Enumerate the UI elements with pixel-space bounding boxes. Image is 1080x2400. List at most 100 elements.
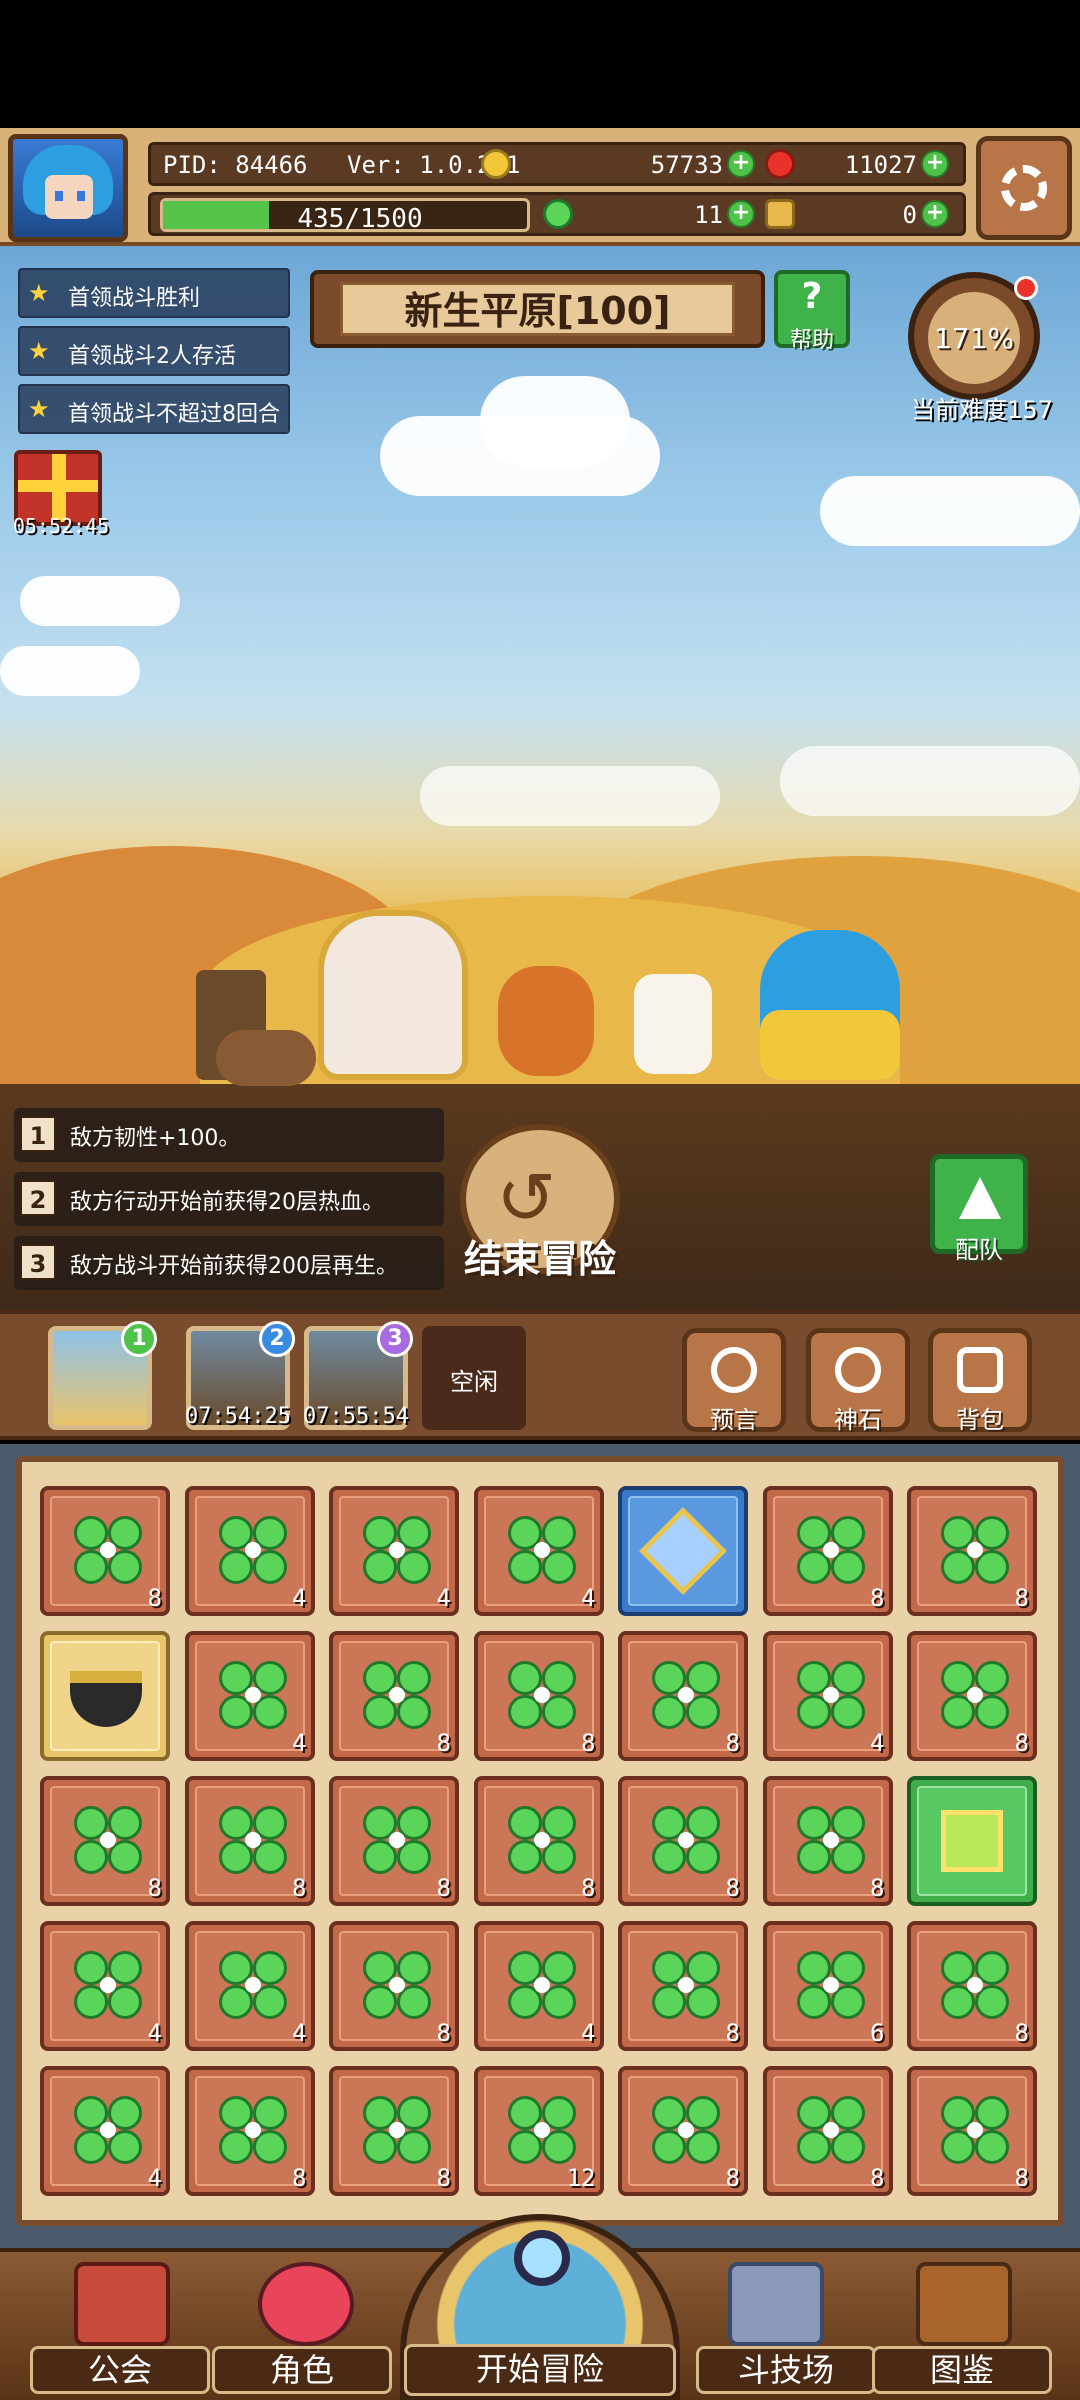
clover-icon — [652, 1951, 720, 2019]
inventory-cell[interactable]: 6 — [762, 1921, 893, 2051]
item-quantity: 8 — [725, 2019, 740, 2047]
inventory-cell[interactable]: 8 — [473, 1776, 604, 1906]
inventory-cell[interactable]: 8 — [329, 1631, 459, 1761]
inventory-cell[interactable]: 4 — [184, 1631, 315, 1761]
item-quantity: 8 — [1014, 1584, 1029, 1612]
key-amount: 0 — [902, 201, 917, 229]
end-adventure-label: 结束冒险 — [463, 1237, 616, 1281]
pid-label: PID: 84466 — [163, 151, 308, 179]
clover-icon — [507, 1951, 576, 2019]
item-quantity: 4 — [147, 2164, 162, 2192]
clover-icon — [507, 2096, 576, 2164]
crossed-swords-icon — [728, 2262, 824, 2346]
inventory-cell[interactable]: 8 — [762, 1776, 893, 1906]
clover-icon — [218, 2096, 287, 2164]
red-gem-icon — [765, 149, 795, 179]
status-bar — [0, 0, 1080, 128]
item-quantity: 8 — [581, 1874, 596, 1902]
gem-amount: 11027 — [844, 151, 917, 179]
item-quantity: 8 — [436, 1729, 451, 1757]
item-quantity: 4 — [292, 1729, 307, 1757]
orange-character[interactable] — [498, 966, 594, 1076]
inventory-cell[interactable]: 4 — [184, 1486, 315, 1616]
inventory-cell[interactable]: 8 — [907, 2066, 1037, 2196]
book-icon — [916, 2262, 1012, 2346]
item-quantity: 8 — [1014, 2164, 1029, 2192]
star-icon: ★ — [28, 337, 50, 365]
question-icon: ? — [801, 276, 823, 317]
clover-icon — [218, 1661, 287, 1729]
quest-item: ★ 首领战斗不超过8回合 — [18, 384, 290, 434]
inventory-cell[interactable]: 8 — [907, 1631, 1037, 1761]
item-quantity: 8 — [436, 2019, 451, 2047]
backpack-label: 背包 — [956, 1406, 1004, 1434]
team-icon — [959, 1177, 1001, 1219]
item-quantity: 8 — [1014, 1729, 1029, 1757]
clover-icon — [796, 1806, 865, 1874]
inventory-cell[interactable]: 8 — [329, 2066, 459, 2196]
guild-icon — [74, 2262, 170, 2346]
inventory-cell[interactable]: 4 — [329, 1486, 459, 1616]
inventory-cell[interactable]: 8 — [618, 1921, 748, 2051]
item-quantity: 8 — [870, 1874, 885, 1902]
inventory-cell[interactable]: 8 — [907, 1921, 1037, 2051]
compass-icon — [835, 1347, 881, 1393]
clover-icon — [796, 1951, 865, 2019]
clover-icon — [652, 2096, 720, 2164]
white-hair-character[interactable] — [318, 910, 468, 1080]
inventory-cell[interactable]: 4 — [40, 2066, 170, 2196]
inventory-cell[interactable]: 8 — [907, 1486, 1037, 1616]
map-slot-1[interactable]: 1 — [48, 1321, 157, 1430]
inventory-cell[interactable]: 8 — [184, 1776, 315, 1906]
slot-timer: 07:55:54 — [303, 1404, 409, 1429]
inventory-cell[interactable]: 8 — [618, 2066, 748, 2196]
clover-icon — [652, 1806, 720, 1874]
inventory-cell[interactable]: 8 — [762, 2066, 893, 2196]
inventory-cell[interactable] — [618, 1486, 748, 1616]
add-gold-button[interactable]: + — [727, 150, 755, 178]
enemy-buff: 2 敌方行动开始前获得20层热血。 — [14, 1172, 444, 1226]
inventory-cell[interactable]: 8 — [40, 1486, 170, 1616]
inventory-cell[interactable]: 8 — [618, 1776, 748, 1906]
add-clover-button[interactable]: + — [727, 200, 755, 228]
add-gem-button[interactable]: + — [921, 150, 949, 178]
clover-icon — [796, 1516, 865, 1584]
inventory-cell[interactable]: 4 — [184, 1921, 315, 2051]
item-quantity: 8 — [292, 1874, 307, 1902]
inventory-cell[interactable]: 8 — [329, 1776, 459, 1906]
inventory-cell[interactable] — [907, 1776, 1037, 1906]
inventory-cell[interactable]: 4 — [762, 1631, 893, 1761]
white-cat-character[interactable] — [634, 974, 712, 1074]
nav-arena-label: 斗技场 — [696, 2346, 876, 2394]
key-icon — [765, 199, 795, 229]
enemy-buff: 3 敌方战斗开始前获得200层再生。 — [14, 1236, 444, 1290]
inventory-cell[interactable]: 8 — [184, 2066, 315, 2196]
inventory-cell[interactable]: 8 — [329, 1921, 459, 2051]
god-stone-label: 神石 — [834, 1406, 882, 1434]
difficulty-percent: 171% — [933, 322, 1015, 355]
clover-icon — [363, 1806, 431, 1874]
clover-icon — [796, 2096, 865, 2164]
player-avatar[interactable] — [8, 134, 128, 242]
clover-icon — [74, 2096, 142, 2164]
item-quantity: 4 — [292, 1584, 307, 1612]
inventory-cell[interactable]: 4 — [40, 1921, 170, 2051]
settings-button[interactable] — [976, 136, 1072, 240]
inventory-cell[interactable]: 8 — [40, 1776, 170, 1906]
inventory-cell[interactable]: 8 — [618, 1631, 748, 1761]
inventory-cell[interactable]: 8 — [762, 1486, 893, 1616]
inventory-cell[interactable]: 4 — [473, 1921, 604, 2051]
clover-icon — [218, 1951, 287, 2019]
xp-text: 435/1500 — [297, 204, 423, 234]
add-key-button[interactable]: + — [921, 200, 949, 228]
inventory-cell[interactable]: 4 — [473, 1486, 604, 1616]
inventory-cell[interactable] — [40, 1631, 170, 1761]
item-quantity: 4 — [147, 2019, 162, 2047]
gold-amount: 57733 — [650, 151, 723, 179]
inventory-cell[interactable]: 8 — [473, 1631, 604, 1761]
inventory-cell[interactable]: 12 — [473, 2066, 604, 2196]
item-quantity: 8 — [870, 2164, 885, 2192]
item-quantity: 8 — [436, 1874, 451, 1902]
character-icon — [258, 2262, 354, 2346]
star-icon: ★ — [28, 279, 50, 307]
